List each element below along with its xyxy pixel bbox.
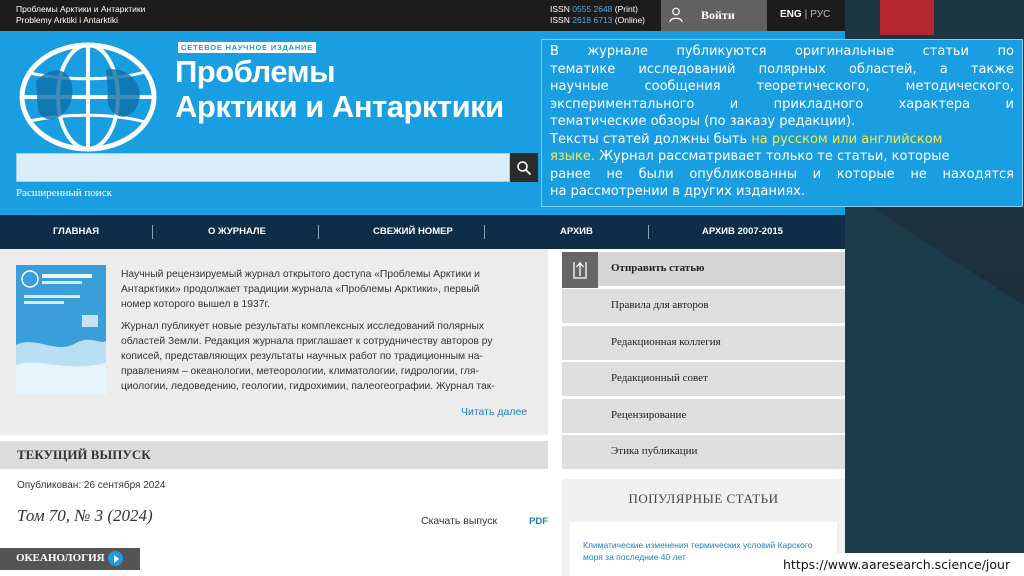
section-label: ОКЕАНОЛОГИЯ <box>16 552 105 564</box>
sidebar-item-label: Редакционная коллегия <box>611 336 721 348</box>
nav-archive-2007-2015[interactable]: АРХИВ 2007-2015 <box>702 226 783 237</box>
lang-en-link[interactable]: ENG <box>780 9 802 20</box>
about-text-line: Антарктики» продолжает традиции журнала … <box>121 284 480 295</box>
sidebar-item-label: Отправить статью <box>611 262 705 274</box>
callout-line: экспериментального и прикладного характе… <box>550 96 1014 112</box>
sidebar-item-label: Правила для авторов <box>611 299 709 311</box>
language-switch: ENG | РУС <box>780 9 830 20</box>
journal-cover-image[interactable] <box>16 265 106 395</box>
published-date: Опубликован: 26 сентября 2024 <box>17 480 166 491</box>
nav-about[interactable]: О ЖУРНАЛЕ <box>208 226 266 237</box>
sidebar-item-editorial-board[interactable]: Редакционная коллегия <box>562 326 845 360</box>
callout-line: тематике исследований полярных областей,… <box>550 61 1014 77</box>
callout-line-language: Тексты статей должны быть на русском или… <box>550 131 1014 149</box>
play-icon <box>108 551 123 566</box>
footer-url[interactable]: https://www.aaresearch.science/jour <box>777 553 1024 576</box>
top-bar: Проблемы Арктики и Антарктики Problemy A… <box>0 0 845 31</box>
site-title-line1[interactable]: Проблемы <box>175 54 336 90</box>
read-more-link[interactable]: Читать далее <box>461 406 527 418</box>
about-text-line: Журнал публикует новые результаты компле… <box>121 321 485 332</box>
nav-divider <box>152 225 153 239</box>
lang-ru-link[interactable]: РУС <box>810 9 830 20</box>
issn-block: ISSN 0555 2648 (Print) ISSN 2618 6713 (O… <box>550 4 645 26</box>
nav-divider <box>648 225 649 239</box>
lang-separator: | <box>804 9 808 20</box>
nav-divider <box>484 225 485 239</box>
user-icon <box>669 7 683 23</box>
issn-online-number: 2618 6713 <box>572 15 613 25</box>
info-callout: В журнале публикуются оригинальные стать… <box>541 39 1023 207</box>
callout-line: научные сообщения теоретического, методи… <box>550 79 1014 94</box>
section-oceanology[interactable]: ОКЕАНОЛОГИЯ <box>0 548 140 570</box>
issn-label: ISSN <box>550 15 570 25</box>
about-paragraph-2: Журнал публикует новые результаты компле… <box>121 319 495 394</box>
search-input[interactable] <box>16 153 510 182</box>
nav-home[interactable]: ГЛАВНАЯ <box>53 226 99 237</box>
popular-heading: ПОПУЛЯРНЫЕ СТАТЬИ <box>628 491 779 506</box>
issn-online-type: (Online) <box>614 15 646 25</box>
about-text-line: кописей, представляющих результаты научн… <box>121 351 483 362</box>
callout-line-language-2: языке. Журнал рассматривает только те ст… <box>550 148 1014 166</box>
pdf-download-link[interactable]: PDF <box>529 516 548 527</box>
sidebar-item-peer-review[interactable]: Рецензирование <box>562 399 845 433</box>
issn-label: ISSN <box>550 4 570 14</box>
current-issue-heading-text: ТЕКУЩИЙ ВЫПУСК <box>17 447 151 462</box>
sidebar-item-label: Этика публикации <box>611 445 698 457</box>
issn-print-number: 0555 2648 <box>572 4 613 14</box>
callout-line: тематические обзоры (по заказу редакции)… <box>550 114 856 129</box>
about-text-line: областей Земли. Редакция журнала приглаш… <box>121 336 493 347</box>
nav-archive[interactable]: АРХИВ <box>560 226 593 237</box>
journal-names: Проблемы Арктики и Антарктики Problemy A… <box>16 4 145 26</box>
about-paragraph-1: Научный рецензируемый журнал открытого д… <box>121 267 480 312</box>
site-title-line2[interactable]: Арктики и Антарктики <box>175 89 504 125</box>
advanced-search-link[interactable]: Расширенный поиск <box>16 187 112 199</box>
about-section: Научный рецензируемый журнал открытого д… <box>0 249 548 435</box>
about-text-line: циологии, ледоведению, геологии, гидрохи… <box>121 381 495 392</box>
sidebar-item-publication-ethics[interactable]: Этика публикации <box>562 435 845 469</box>
globe-logo-icon[interactable] <box>16 41 164 153</box>
download-issue-label: Скачать выпуск <box>421 515 498 527</box>
callout-highlight: языке. <box>550 149 595 164</box>
main-nav: ГЛАВНАЯ О ЖУРНАЛЕ СВЕЖИЙ НОМЕР АРХИВ АРХ… <box>0 215 845 249</box>
journal-name-en: Problemy Arktiki i Antarktiki <box>16 15 119 25</box>
volume-title[interactable]: Том 70, № 3 (2024) <box>17 506 153 526</box>
about-text-line: правлениям – океанологии, метеорологии, … <box>121 366 479 377</box>
decor-red-block <box>880 0 934 35</box>
current-issue-heading: ТЕКУЩИЙ ВЫПУСК <box>0 441 548 469</box>
upload-icon <box>562 252 598 288</box>
sidebar-item-editorial-council[interactable]: Редакционный совет <box>562 362 845 396</box>
nav-divider <box>318 225 319 239</box>
search-button[interactable] <box>510 153 538 182</box>
cover-art-icon <box>16 265 106 395</box>
login-button[interactable]: Войти <box>661 0 767 31</box>
callout-line: ранее не были опубликованны и которые не… <box>550 166 1014 182</box>
about-text-line: номер которого вышел в 1937г. <box>121 299 270 310</box>
journal-name-ru: Проблемы Арктики и Антарктики <box>16 4 146 14</box>
nav-current[interactable]: СВЕЖИЙ НОМЕР <box>373 226 453 237</box>
login-label: Войти <box>701 8 735 22</box>
about-text-line: Научный рецензируемый журнал открытого д… <box>121 269 480 280</box>
sidebar-item-label: Рецензирование <box>611 409 687 421</box>
search-icon <box>517 161 532 176</box>
callout-line: на рассмотрении в других изданиях. <box>550 184 805 199</box>
sidebar-item-label: Редакционный совет <box>611 372 708 384</box>
callout-line: В журнале публикуются оригинальные стать… <box>550 44 1014 59</box>
site-tagline: СЕТЕВОЕ НАУЧНОЕ ИЗДАНИЕ <box>178 42 317 53</box>
sidebar-item-author-guidelines[interactable]: Правила для авторов <box>562 289 845 323</box>
callout-text: Тексты статей должны быть <box>550 131 752 147</box>
callout-highlight: на русском или английском <box>751 131 943 147</box>
submit-article-button[interactable]: Отправить статью <box>562 252 845 288</box>
callout-text: Журнал рассматривает только те статьи, к… <box>594 149 950 164</box>
issn-print-type: (Print) <box>614 4 638 14</box>
